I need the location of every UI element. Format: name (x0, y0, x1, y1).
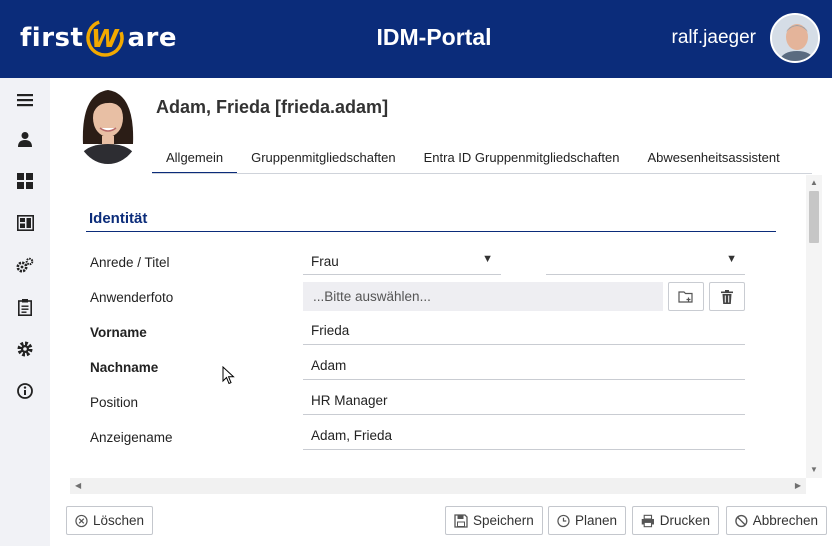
gears-icon[interactable] (15, 255, 35, 275)
info-icon[interactable] (15, 381, 35, 401)
anrede-value: Frau (311, 254, 339, 269)
print-button-label: Drucken (659, 513, 710, 528)
tab-allgemein[interactable]: Allgemein (152, 141, 238, 174)
position-label: Position (90, 395, 139, 410)
delete-button-label: Löschen (92, 513, 144, 528)
tab-bar: Allgemein Gruppenmitgliedschaften Entra … (152, 141, 794, 174)
profile-name: Adam, Frieda [frieda.adam] (156, 97, 389, 117)
profile-photo (75, 84, 141, 164)
ban-icon (735, 514, 748, 527)
delete-photo-button[interactable] (709, 282, 745, 311)
cancel-button[interactable]: Abbrechen (726, 506, 827, 535)
save-button[interactable]: Speichern (445, 506, 543, 535)
tab-divider (152, 173, 812, 174)
scroll-right-icon[interactable]: ▶ (795, 481, 801, 490)
catalog-icon[interactable] (15, 213, 35, 233)
trash-icon (721, 289, 733, 304)
clock-icon (557, 514, 570, 527)
vorname-label: Vorname (90, 325, 147, 340)
folder-add-icon (678, 290, 693, 303)
cancel-button-label: Abbrechen (752, 513, 818, 528)
browse-folder-button[interactable] (668, 282, 704, 311)
anwenderfoto-label: Anwenderfoto (90, 290, 174, 305)
floppy-disk-icon (454, 513, 468, 528)
plan-button[interactable]: Planen (548, 506, 626, 535)
vertical-scroll-thumb[interactable] (809, 191, 819, 243)
vorname-field[interactable]: Frieda (303, 314, 745, 345)
tab-entra-id-gruppenmitgliedschaften[interactable]: Entra ID Gruppenmitgliedschaften (410, 141, 634, 174)
scroll-down-icon[interactable]: ▼ (810, 465, 818, 474)
chevron-down-icon: ▼ (482, 253, 493, 265)
menu-icon[interactable] (15, 90, 35, 110)
anwenderfoto-input[interactable]: ...Bitte auswählen... (303, 282, 663, 311)
horizontal-scrollbar[interactable]: ◀ ▶ (70, 478, 806, 494)
clipboard-icon[interactable] (15, 297, 35, 317)
anrede-select[interactable]: Frau ▼ (303, 246, 501, 275)
circle-x-icon (75, 514, 88, 527)
app-header: first W are IDM-Portal ralf.jaeger (0, 0, 832, 78)
dashboard-icon[interactable] (15, 171, 35, 191)
sidebar (0, 78, 50, 546)
anzeigename-field[interactable]: Adam, Frieda (303, 419, 745, 450)
save-button-label: Speichern (473, 513, 534, 528)
section-divider (86, 231, 776, 232)
delete-button[interactable]: Löschen (66, 506, 153, 535)
scroll-left-icon[interactable]: ◀ (75, 481, 81, 490)
vertical-scrollbar[interactable]: ▲ ▼ (806, 175, 822, 478)
nachname-label: Nachname (90, 360, 159, 375)
anrede-label: Anrede / Titel (90, 255, 170, 270)
titel-select[interactable]: ▼ (546, 246, 745, 275)
person-icon[interactable] (15, 129, 35, 149)
section-title-identitaet: Identität (89, 210, 148, 227)
mouse-cursor-icon (222, 365, 236, 391)
position-field[interactable]: HR Manager (303, 384, 745, 415)
tab-abwesenheitsassistent[interactable]: Abwesenheitsassistent (633, 141, 793, 174)
gear-icon[interactable] (15, 339, 35, 359)
user-avatar[interactable] (770, 13, 820, 63)
printer-icon (641, 514, 654, 527)
nachname-field[interactable]: Adam (303, 349, 745, 380)
print-button[interactable]: Drucken (632, 506, 719, 535)
anzeigename-label: Anzeigename (90, 430, 173, 445)
scroll-up-icon[interactable]: ▲ (810, 178, 818, 187)
username[interactable]: ralf.jaeger (672, 27, 757, 49)
plan-button-label: Planen (574, 513, 617, 528)
chevron-down-icon: ▼ (726, 253, 737, 265)
tab-gruppenmitgliedschaften[interactable]: Gruppenmitgliedschaften (237, 141, 410, 174)
